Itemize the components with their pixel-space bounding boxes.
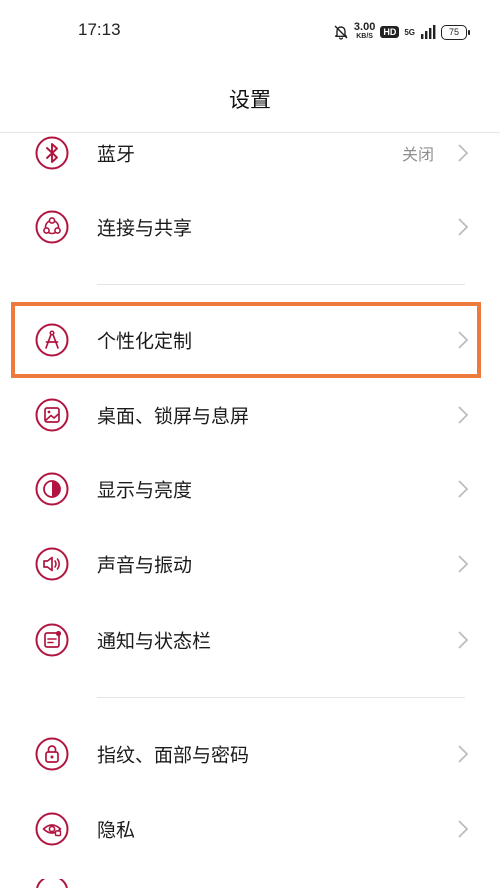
settings-item-label: 蓝牙 (97, 143, 136, 166)
chevron-right-icon (458, 745, 469, 763)
bluetooth-status: 关闭 (401, 145, 434, 164)
settings-item-label: 隐私 (97, 819, 136, 842)
settings-item-personalization[interactable]: 个性化定制 (0, 303, 500, 377)
lock-icon (35, 737, 69, 771)
settings-item-label: 连接与共享 (97, 217, 193, 240)
settings-item-security[interactable]: 指纹、面部与密码 (0, 717, 500, 791)
settings-item-label: 通知与状态栏 (97, 630, 212, 653)
group-divider (97, 697, 465, 698)
notification-icon (35, 623, 69, 657)
display-icon (35, 472, 69, 506)
settings-item-notifications[interactable]: 通知与状态栏 (0, 603, 500, 677)
network-speed: 3.00 KB/S (353, 21, 376, 41)
chevron-right-icon (458, 555, 469, 573)
wallpaper-icon (35, 398, 69, 432)
battery-icon: 75 (441, 24, 470, 40)
personalization-icon (35, 323, 69, 357)
settings-item-label: 桌面、锁屏与息屏 (97, 405, 250, 428)
signal-icon (421, 25, 436, 39)
settings-item-bluetooth[interactable]: 蓝牙 关闭 (0, 116, 500, 190)
settings-item-desktop-lockscreen[interactable]: 桌面、锁屏与息屏 (0, 378, 500, 452)
settings-item-label: 显示与亮度 (97, 479, 193, 502)
status-time: 17:13 (78, 20, 121, 39)
settings-item-privacy[interactable]: 隐私 (0, 792, 500, 866)
partial-item-icon (36, 879, 68, 888)
chevron-right-icon (458, 820, 469, 838)
settings-item-connection-sharing[interactable]: 连接与共享 (0, 190, 500, 264)
sound-icon (35, 547, 69, 581)
chevron-right-icon (458, 631, 469, 649)
chevron-right-icon (458, 331, 469, 349)
status-bar: 17:13 3.00 KB/S HD 5G 75 (0, 0, 500, 64)
chevron-right-icon (458, 218, 469, 236)
settings-item-label: 声音与振动 (97, 554, 193, 577)
privacy-icon (35, 812, 69, 846)
page-title: 设置 (229, 88, 271, 112)
battery-level: 75 (441, 24, 467, 40)
chevron-right-icon (458, 144, 469, 162)
chevron-right-icon (458, 480, 469, 498)
settings-item-label: 个性化定制 (97, 330, 193, 353)
hd-badge: HD (380, 26, 400, 38)
settings-item-label: 指纹、面部与密码 (97, 744, 250, 767)
share-icon (35, 210, 69, 244)
mute-bell-icon (334, 25, 348, 40)
settings-item-sound-vibration[interactable]: 声音与振动 (0, 527, 500, 601)
network-type: 5G (404, 27, 415, 37)
chevron-right-icon (458, 406, 469, 424)
bluetooth-icon (35, 136, 69, 170)
status-icons: 3.00 KB/S HD 5G 75 (333, 21, 470, 43)
group-divider (97, 284, 465, 285)
settings-item-display-brightness[interactable]: 显示与亮度 (0, 452, 500, 526)
